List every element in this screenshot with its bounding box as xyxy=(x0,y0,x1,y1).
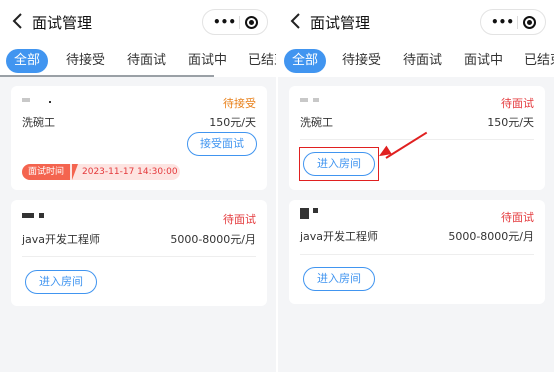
interview-time-tag: 面试时间 2023-11-17 14:30:00 xyxy=(22,164,180,180)
tab-ended[interactable]: 已结束 xyxy=(248,49,276,73)
phone-screen-right: 面试管理 ••• 全部 待接受 待面试 面试中 已结束 待面试 洗碗工 150元… xyxy=(278,0,554,372)
more-dots-icon[interactable]: ••• xyxy=(491,14,514,30)
tab-bar: 全部 待接受 待面试 面试中 已结束 xyxy=(278,44,554,77)
tab-scroll-indicator xyxy=(0,75,214,77)
enter-room-button[interactable]: 进入房间 xyxy=(25,270,97,294)
mini-program-capsule: ••• xyxy=(202,9,268,35)
job-title: java开发工程师 xyxy=(22,233,101,246)
capsule-divider xyxy=(517,16,518,29)
tab-pending-interview[interactable]: 待面试 xyxy=(403,49,442,73)
salary: 5000-8000元/月 xyxy=(448,230,534,243)
status-badge: 待面试 xyxy=(501,97,534,110)
interview-card[interactable]: 待接受 洗碗工 150元/天 接受面试 面试时间 2023-11-17 14:3… xyxy=(11,86,267,190)
avatar-placeholder xyxy=(300,98,308,102)
tab-interviewing[interactable]: 面试中 xyxy=(188,49,227,73)
capsule-divider xyxy=(239,16,240,29)
tab-all[interactable]: 全部 xyxy=(284,49,327,73)
name-placeholder xyxy=(49,101,51,103)
more-dots-icon[interactable]: ••• xyxy=(213,14,236,30)
tab-all[interactable]: 全部 xyxy=(6,49,49,73)
job-title: 洗碗工 xyxy=(300,116,333,129)
page-title: 面试管理 xyxy=(310,14,371,32)
divider xyxy=(300,254,534,255)
enter-room-button[interactable]: 进入房间 xyxy=(303,267,375,291)
interview-card[interactable]: 待面试 java开发工程师 5000-8000元/月 进入房间 xyxy=(289,200,545,304)
navbar: 面试管理 ••• xyxy=(0,0,276,44)
time-value: 2023-11-17 14:30:00 xyxy=(82,167,178,177)
page-title: 面试管理 xyxy=(32,14,93,32)
target-icon[interactable] xyxy=(523,16,536,29)
chevron-left-icon[interactable] xyxy=(10,11,26,31)
mini-program-capsule: ••• xyxy=(480,9,546,35)
tab-pending-interview[interactable]: 待面试 xyxy=(127,49,166,73)
tab-interviewing[interactable]: 面试中 xyxy=(464,49,503,73)
phone-screen-left: 面试管理 ••• 全部 待接受 待面试 面试中 已结束 待接受 洗碗工 150元… xyxy=(0,0,276,372)
salary: 150元/天 xyxy=(487,116,534,129)
name-placeholder xyxy=(313,98,319,102)
status-badge: 待面试 xyxy=(501,211,534,224)
avatar-placeholder xyxy=(300,208,309,219)
job-title: 洗碗工 xyxy=(22,116,55,129)
accept-interview-button[interactable]: 接受面试 xyxy=(187,132,257,156)
avatar-placeholder xyxy=(22,98,30,102)
tab-pending-accept[interactable]: 待接受 xyxy=(66,49,105,73)
divider xyxy=(22,256,256,257)
annotation-highlight-box xyxy=(299,147,379,181)
avatar-placeholder xyxy=(22,213,34,218)
status-badge: 待接受 xyxy=(223,97,256,110)
name-placeholder xyxy=(39,213,44,218)
target-icon[interactable] xyxy=(245,16,258,29)
navbar: 面试管理 ••• xyxy=(278,0,554,44)
status-badge: 待面试 xyxy=(223,213,256,226)
tag-triangle xyxy=(72,164,78,180)
salary: 5000-8000元/月 xyxy=(170,233,256,246)
job-title: java开发工程师 xyxy=(300,230,379,243)
tab-bar: 全部 待接受 待面试 面试中 已结束 xyxy=(0,44,276,77)
tab-ended[interactable]: 已结束 xyxy=(524,49,554,73)
name-placeholder xyxy=(313,208,318,213)
time-label: 面试时间 xyxy=(22,164,71,180)
chevron-left-icon[interactable] xyxy=(288,11,304,31)
salary: 150元/天 xyxy=(209,116,256,129)
tab-pending-accept[interactable]: 待接受 xyxy=(342,49,381,73)
interview-card[interactable]: 待面试 java开发工程师 5000-8000元/月 进入房间 xyxy=(11,200,267,306)
